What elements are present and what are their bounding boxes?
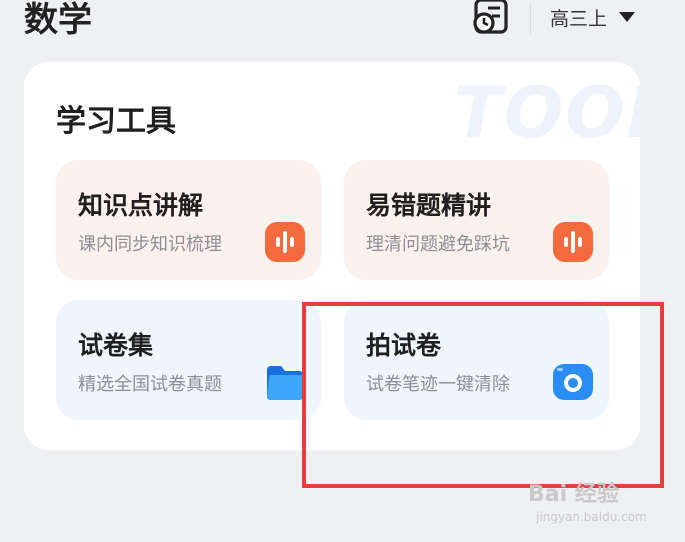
caret-down-icon xyxy=(619,12,636,22)
clock-book-icon[interactable] xyxy=(472,0,512,36)
baidu-watermark-url: jingyan.baidu.com xyxy=(536,510,647,524)
tool-subtitle: 课内同步知识梳理 xyxy=(78,234,222,255)
section-title: 学习工具 xyxy=(56,104,176,139)
tool-title: 易错题精讲 xyxy=(366,191,492,220)
tool-paper-collection[interactable]: 试卷集 精选全国试卷真题 xyxy=(56,300,321,420)
tool-title: 试卷集 xyxy=(78,331,154,360)
grade-label: 高三上 xyxy=(550,7,608,30)
tool-knowledge-explanation[interactable]: 知识点讲解 课内同步知识梳理 xyxy=(56,160,321,280)
page-title: 数学 xyxy=(24,0,92,40)
grade-dropdown[interactable]: 高三上 xyxy=(550,4,636,30)
tool-subtitle: 理清问题避免踩坑 xyxy=(366,234,510,255)
audio-wave-icon xyxy=(265,222,305,262)
tool-subtitle: 精选全国试卷真题 xyxy=(78,374,222,395)
folder-icon xyxy=(265,362,305,402)
audio-wave-icon xyxy=(553,222,593,262)
baidu-watermark: Bai 经验 xyxy=(528,482,619,507)
tool-error-prone-explanation[interactable]: 易错题精讲 理清问题避免踩坑 xyxy=(344,160,609,280)
tool-title: 知识点讲解 xyxy=(78,191,204,220)
annotation-highlight-box xyxy=(302,302,664,488)
header: 数学 高三上 xyxy=(0,0,685,50)
tools-watermark: TOOL xyxy=(454,72,640,154)
header-divider xyxy=(530,4,531,34)
